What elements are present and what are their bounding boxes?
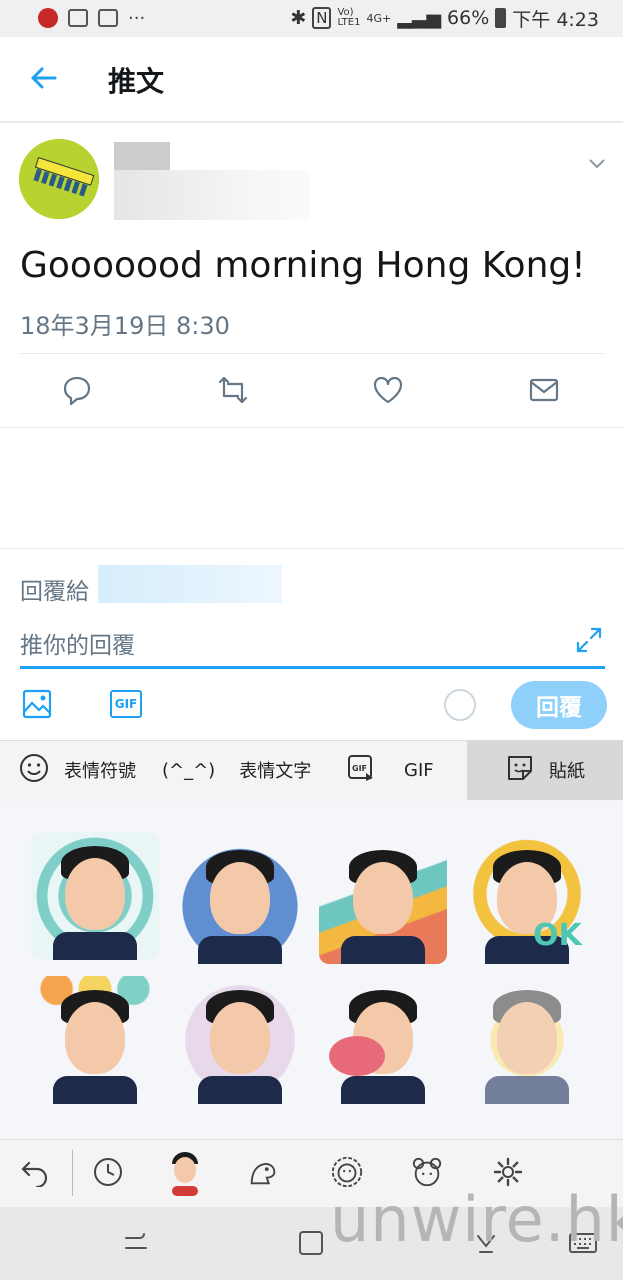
sticker-ok[interactable]: OK (463, 836, 591, 964)
battery-icon (495, 8, 507, 28)
like-heart-icon[interactable] (372, 374, 406, 408)
avatar[interactable] (19, 139, 99, 219)
smiley-icon (18, 752, 50, 789)
expand-icon[interactable] (575, 626, 603, 660)
divider (0, 427, 623, 428)
sticker-peace[interactable] (463, 976, 591, 1104)
gif-icon[interactable]: GIF (110, 690, 142, 718)
image-icon[interactable] (21, 688, 53, 720)
app-bar (0, 37, 623, 123)
volte-icon: Vo) LTE1 (337, 7, 361, 28)
back-arrow-icon[interactable] (28, 63, 58, 98)
tab-sticker[interactable]: 貼紙 (467, 740, 623, 800)
ok-badge: OK (533, 918, 582, 953)
undo-back-icon[interactable] (18, 1155, 52, 1189)
home-button-icon[interactable] (298, 1230, 324, 1260)
watermark: unwire.hk (330, 1183, 623, 1256)
reply-to-label: 回覆給 (20, 579, 89, 605)
direct-message-icon[interactable] (528, 374, 562, 408)
tab-label: 表情文字 (239, 761, 312, 782)
sticker-laughing[interactable] (31, 832, 159, 960)
blurred-display-name (114, 142, 170, 170)
animal-sticker-pack-icon[interactable] (246, 1155, 280, 1189)
blurred-username (114, 170, 310, 220)
tab-label: GIF (404, 759, 434, 781)
divider (0, 548, 623, 549)
page-title: 推文 (108, 65, 165, 98)
retweet-icon[interactable] (216, 374, 250, 408)
tab-gif[interactable]: GIF GIF (346, 740, 434, 800)
avatar-sticker-pack-icon[interactable] (166, 1150, 204, 1196)
sticker-waving[interactable] (176, 836, 304, 964)
tab-emoji[interactable]: 表情符號 (18, 740, 136, 800)
clock: 下午 4:23 (512, 8, 599, 31)
tweet-text: Gooooood morning Hong Kong! (20, 245, 586, 286)
tweet-date: 18年3月19日 8:30 (20, 312, 230, 340)
more-notifications-icon: ··· (128, 7, 146, 29)
sticker-grid: OK (0, 801, 623, 1139)
blurred-reply-recipient (98, 565, 282, 603)
emoticon-icon: (^_^) (162, 759, 216, 781)
nfc-icon: N (312, 7, 332, 29)
status-bar: ··· ✱ N Vo) LTE1 4G+ ▂▃▅ 66% 下午 4:23 (0, 0, 623, 37)
sticker-heart[interactable] (176, 976, 304, 1104)
reply-button[interactable]: 回覆 (511, 681, 607, 729)
tab-emoticon[interactable]: (^_^) 表情文字 (162, 740, 311, 800)
chevron-down-icon[interactable] (588, 154, 606, 175)
divider (20, 353, 605, 354)
app-notification-icon (38, 8, 58, 28)
image-notification-icon (68, 9, 88, 27)
sticker-kiss[interactable] (319, 976, 447, 1104)
reply-icon[interactable] (61, 374, 95, 408)
svg-text:GIF: GIF (352, 764, 367, 773)
gif-file-icon: GIF (346, 753, 376, 788)
tab-label: 表情符號 (64, 761, 136, 782)
character-count-circle (444, 689, 476, 721)
bluetooth-icon: ✱ (290, 7, 307, 29)
recent-apps-icon[interactable] (122, 1230, 150, 1260)
network-type: 4G+ (366, 11, 392, 25)
divider (72, 1150, 73, 1196)
sticker-celebrate[interactable] (31, 976, 159, 1104)
recent-clock-icon[interactable] (91, 1155, 125, 1189)
mail-notification-icon (98, 9, 118, 27)
tab-label: 貼紙 (549, 761, 585, 782)
sticker-thumbs-up[interactable] (319, 836, 447, 964)
battery-percent: 66% (447, 7, 490, 29)
sticker-icon (505, 753, 535, 788)
reply-input[interactable]: 推你的回覆 (20, 626, 605, 669)
signal-icon: ▂▃▅ (397, 7, 442, 29)
